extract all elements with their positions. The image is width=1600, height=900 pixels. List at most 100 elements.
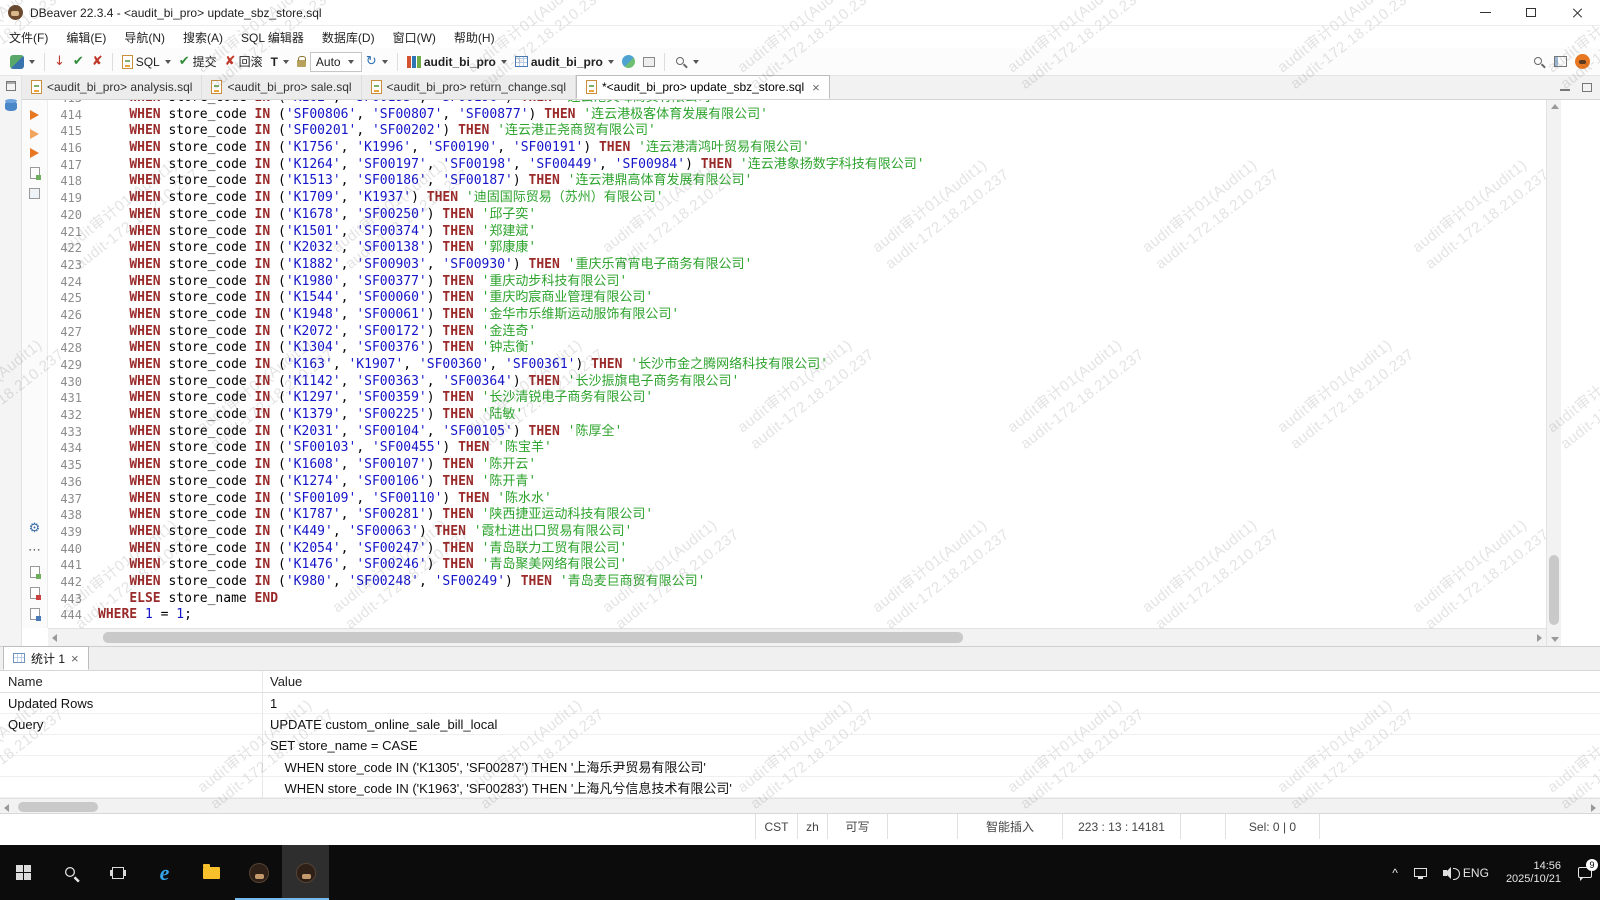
output-doc-icon[interactable] [30, 566, 40, 578]
transaction-mode-button[interactable]: T [267, 50, 293, 73]
dbeaver-perspective-button[interactable] [1571, 50, 1594, 73]
scroll-left-icon[interactable] [4, 804, 9, 812]
tray-volume-button[interactable] [1435, 845, 1455, 900]
tray-clock[interactable]: 14:56 2025/10/21 [1497, 845, 1570, 900]
editor-tab-3[interactable]: *<audit_bi_pro> update_sbz_store.sql× [576, 75, 830, 99]
execute-script-icon[interactable] [30, 148, 39, 158]
fetch-button[interactable]: ↓ [50, 50, 69, 73]
commit-icon-button[interactable]: ✔ [69, 50, 88, 73]
script-doc-icon[interactable] [30, 608, 40, 620]
lock-button[interactable] [293, 50, 310, 73]
dbeaver-app-button-2[interactable] [282, 845, 329, 900]
stats-tab[interactable]: 统计 1 × [3, 646, 89, 670]
code-line: 443 ELSE store_name END [48, 591, 1546, 608]
editor-tab-2[interactable]: <audit_bi_pro> return_change.sql [362, 75, 576, 99]
task-view-icon [112, 867, 124, 879]
line-number: 425 [48, 290, 98, 307]
file-explorer-button[interactable] [188, 845, 235, 900]
menu-item-4[interactable]: SQL 编辑器 [232, 26, 313, 48]
stats-tab-close-icon[interactable]: × [71, 652, 79, 665]
schema-select[interactable]: audit_bi_pro [511, 50, 618, 73]
refresh-button[interactable]: ↻ [362, 50, 392, 73]
menu-item-7[interactable]: 帮助(H) [445, 26, 504, 48]
code-line: 417 WHEN store_code IN ('K1264', 'SF0019… [48, 157, 1546, 174]
tray-language-button[interactable]: ENG [1455, 845, 1497, 900]
notification-button[interactable]: 9 [1570, 845, 1600, 900]
tab-close-icon[interactable]: × [812, 81, 820, 94]
menu-item-0[interactable]: 文件(F) [0, 26, 57, 48]
result-row[interactable]: Updated Rows1 [0, 693, 1600, 714]
code-text: WHEN store_code IN ('K1756', 'K1996', 'S… [98, 140, 810, 157]
code-text: WHEN store_code IN ('K1678', 'SF00250') … [98, 207, 536, 224]
scroll-right-icon[interactable] [1591, 804, 1596, 812]
network-button[interactable] [618, 50, 639, 73]
minimize-button[interactable] [1462, 0, 1508, 26]
close-button[interactable] [1554, 0, 1600, 26]
database-navigator-icon[interactable] [5, 101, 17, 111]
menu-item-3[interactable]: 搜索(A) [174, 26, 232, 48]
export-button[interactable] [639, 50, 659, 73]
editor-toolbar: ⚙ ⋯ [22, 100, 48, 628]
scroll-down-icon[interactable] [1551, 637, 1559, 642]
results-horizontal-scrollbar[interactable] [0, 798, 1600, 814]
autocommit-select[interactable]: Auto [310, 52, 362, 72]
search-menu-button[interactable] [670, 50, 703, 73]
code-text: WHEN store_code IN ('K1513', 'SF00186', … [98, 173, 752, 190]
editor-tab-0[interactable]: <audit_bi_pro> analysis.sql [22, 75, 202, 99]
scroll-up-icon[interactable] [1551, 104, 1559, 109]
more-icon[interactable]: ⋯ [28, 544, 41, 557]
restore-view-icon[interactable] [6, 81, 16, 91]
column-header-name[interactable]: Name [8, 674, 43, 689]
clock-date: 2025/10/21 [1506, 873, 1561, 886]
commit-button[interactable]: ✔ 提交 [175, 50, 221, 73]
result-row[interactable]: QueryUPDATE custom_online_sale_bill_loca… [0, 714, 1600, 735]
open-perspective-button[interactable] [1550, 50, 1571, 73]
line-number: 426 [48, 307, 98, 324]
editor-tab-1[interactable]: <audit_bi_pro> sale.sql [202, 75, 361, 99]
rollback-button[interactable]: ✘ 回滚 [221, 50, 267, 73]
status-spacer [1180, 814, 1225, 839]
column-header-value[interactable]: Value [270, 674, 302, 689]
quick-search-button[interactable] [1528, 50, 1550, 73]
result-row[interactable]: SET store_name = CASE [0, 735, 1600, 756]
horizontal-scroll-thumb[interactable] [103, 632, 963, 643]
dbeaver-app-button-1[interactable] [235, 845, 282, 900]
query-plan-icon[interactable] [29, 188, 40, 199]
scroll-right-icon[interactable] [1537, 634, 1542, 642]
datasource-select[interactable]: audit_bi_pro [403, 50, 511, 73]
editor-horizontal-scrollbar[interactable] [48, 628, 1546, 646]
tray-chevron-button[interactable]: ^ [1384, 845, 1406, 900]
maximize-view-icon[interactable] [1582, 83, 1592, 92]
taskbar-search-button[interactable] [47, 845, 94, 900]
menu-item-2[interactable]: 导航(N) [115, 26, 174, 48]
sql-editor-menu-button[interactable]: SQL [118, 50, 175, 73]
ie-browser-button[interactable]: e [141, 845, 188, 900]
log-doc-icon[interactable] [30, 587, 40, 599]
windows-logo-icon [16, 865, 31, 880]
menu-item-5[interactable]: 数据库(D) [313, 26, 384, 48]
vertical-scroll-thumb[interactable] [1549, 555, 1559, 625]
explain-plan-icon[interactable] [30, 167, 40, 179]
dbeaver-perspective-icon [1575, 54, 1590, 69]
new-connection-button[interactable] [6, 50, 39, 73]
code-line: 419 WHEN store_code IN ('K1709', 'K1937'… [48, 190, 1546, 207]
task-view-button[interactable] [94, 845, 141, 900]
result-row[interactable]: WHEN store_code IN ('K1963', 'SF00283') … [0, 777, 1600, 798]
editor-vertical-scrollbar[interactable] [1546, 100, 1561, 646]
sql-editor[interactable]: 413 WHEN store_code IN ('K162', 'SF00195… [48, 100, 1546, 628]
maximize-button[interactable] [1508, 0, 1554, 26]
line-number: 433 [48, 424, 98, 441]
toolbar-separator [664, 53, 665, 71]
result-row[interactable]: WHEN store_code IN ('K1305', 'SF00287') … [0, 756, 1600, 777]
minimize-view-icon[interactable] [1560, 89, 1570, 91]
tray-monitor-button[interactable] [1406, 845, 1435, 900]
scroll-left-icon[interactable] [52, 634, 57, 642]
rollback-icon-button[interactable]: ✘ [88, 50, 107, 73]
execute-new-tab-icon[interactable] [30, 129, 39, 139]
menu-item-1[interactable]: 编辑(E) [57, 26, 115, 48]
results-scroll-thumb[interactable] [18, 802, 98, 812]
execute-statement-icon[interactable] [30, 110, 39, 120]
gear-icon[interactable]: ⚙ [29, 522, 41, 535]
menu-item-6[interactable]: 窗口(W) [384, 26, 445, 48]
start-button[interactable] [0, 845, 47, 900]
